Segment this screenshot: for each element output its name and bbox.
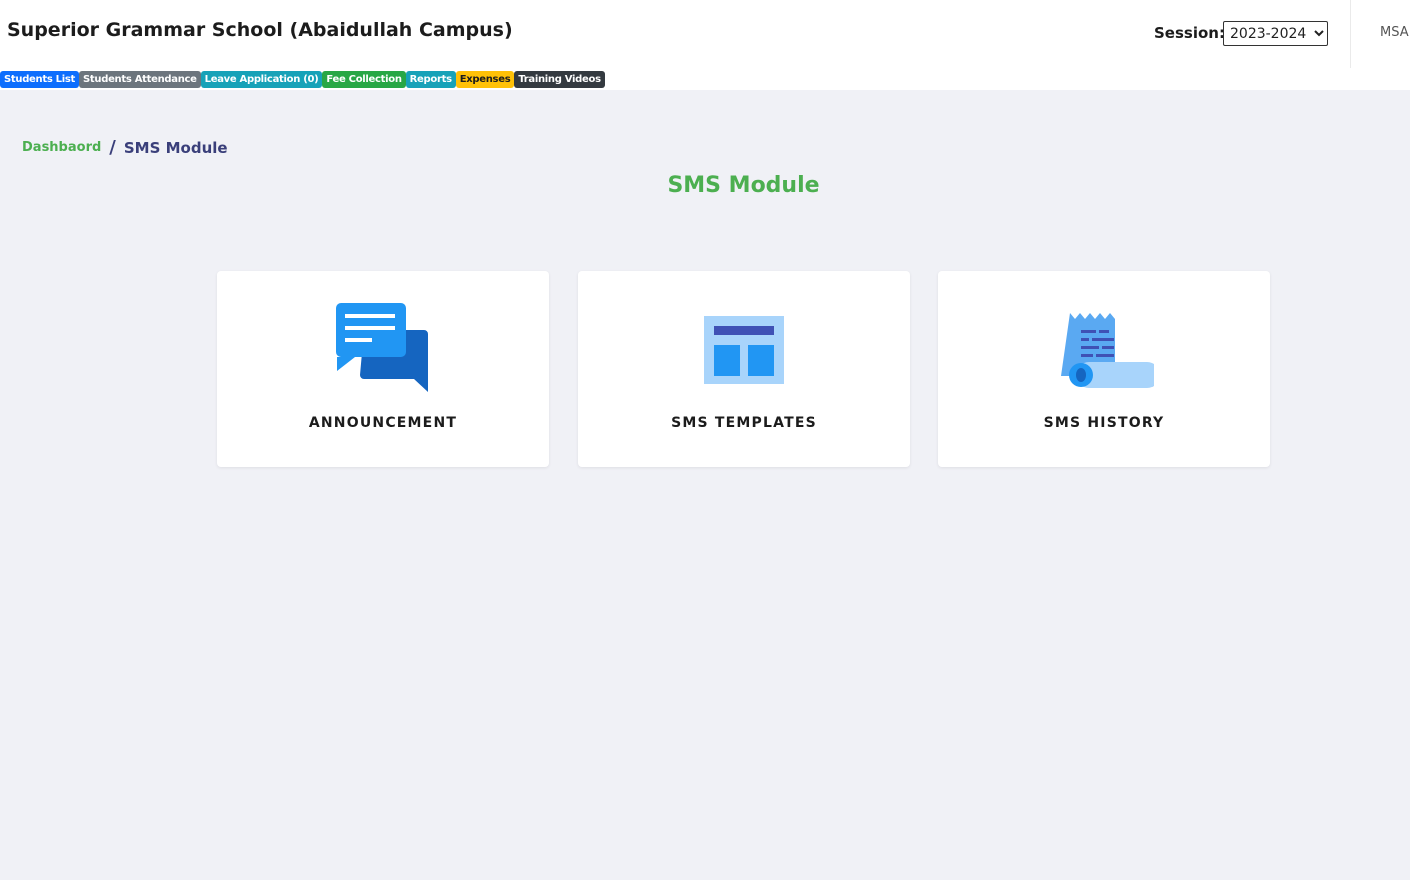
announcement-label: ANNOUNCEMENT xyxy=(308,415,458,431)
page-title: SMS Module xyxy=(667,173,820,198)
training-videos-button[interactable]: Training Videos xyxy=(514,71,605,88)
students-attendance-button[interactable]: Students Attendance xyxy=(79,71,201,88)
user-menu[interactable]: MSA xyxy=(1380,25,1409,40)
students-list-button[interactable]: Students List xyxy=(0,71,80,88)
sms-templates-label: SMS TEMPLATES xyxy=(671,415,817,431)
header-divider xyxy=(1350,0,1351,68)
fee-collection-button[interactable]: Fee Collection xyxy=(322,71,406,88)
school-name: Superior Grammar School (Abaidullah Camp… xyxy=(7,19,513,41)
reports-button[interactable]: Reports xyxy=(405,71,456,88)
receipt-scroll-icon xyxy=(938,301,1270,401)
breadcrumb-separator: / xyxy=(109,137,116,158)
quick-nav: Students List Students Attendance Leave … xyxy=(0,71,605,88)
chat-bubbles-icon xyxy=(217,301,549,401)
sms-history-label: SMS HISTORY xyxy=(1043,415,1165,431)
announcement-card[interactable]: ANNOUNCEMENT xyxy=(217,271,549,467)
sms-history-card[interactable]: SMS HISTORY xyxy=(938,271,1270,467)
breadcrumb: Dashbaord / SMS Module xyxy=(22,137,228,158)
session-select[interactable]: 2023-2024 xyxy=(1223,21,1328,46)
leave-application-button[interactable]: Leave Application (0) xyxy=(200,71,323,88)
sms-templates-card[interactable]: SMS TEMPLATES xyxy=(578,271,910,467)
breadcrumb-current: SMS Module xyxy=(123,138,228,157)
template-layout-icon xyxy=(578,301,910,401)
session-label: Session: xyxy=(1154,24,1225,42)
top-header: Superior Grammar School (Abaidullah Camp… xyxy=(0,0,1410,90)
breadcrumb-dashboard-link[interactable]: Dashbaord xyxy=(22,140,101,155)
expenses-button[interactable]: Expenses xyxy=(455,71,515,88)
